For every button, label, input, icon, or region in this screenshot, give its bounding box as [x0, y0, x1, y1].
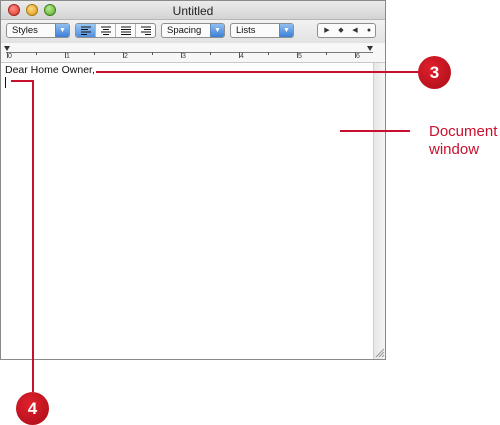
ruler[interactable]: 0 1 2 3 4 5 6	[1, 43, 385, 63]
popup-arrow-icon: ▼	[210, 24, 224, 37]
align-justify-button[interactable]	[116, 24, 136, 37]
format-toolbar: Styles ▼ Spacing ▼ Lists ▼ ▶ ◆ ◀ ●	[1, 20, 385, 43]
styles-popup[interactable]: Styles ▼	[6, 23, 70, 38]
align-justify-icon	[121, 26, 131, 35]
document-text: Dear Home Owner,	[5, 64, 95, 76]
ruler-tick	[36, 52, 37, 55]
align-left-icon	[81, 26, 91, 35]
alignment-segmented-control	[75, 23, 156, 38]
tab-stop-controls: ▶ ◆ ◀ ●	[317, 23, 376, 38]
align-center-button[interactable]	[96, 24, 116, 37]
spacing-popup-label: Spacing	[167, 25, 202, 36]
window-title: Untitled	[172, 4, 214, 18]
center-tab-icon[interactable]: ◆	[334, 24, 348, 37]
callout-badge-4: 4	[16, 392, 49, 425]
insertion-point	[5, 77, 6, 88]
ruler-tick	[268, 52, 269, 55]
left-margin-marker-icon[interactable]	[4, 46, 10, 51]
ruler-number: 0	[8, 53, 12, 60]
lists-popup-label: Lists	[236, 25, 256, 36]
right-margin-marker-icon[interactable]	[367, 46, 373, 51]
callout-4-leader-top	[11, 80, 33, 82]
resize-grip-icon[interactable]	[373, 346, 385, 358]
ruler-tick	[152, 52, 153, 55]
ruler-number: 3	[182, 53, 186, 60]
callout-4-leader-vertical	[32, 80, 34, 392]
application-window: Untitled Styles ▼ Spacing ▼ Lists ▼ ▶ ◆ …	[0, 0, 386, 360]
callout-3-leader	[96, 71, 419, 73]
left-tab-icon[interactable]: ▶	[320, 24, 334, 37]
ruler-tick	[94, 52, 95, 55]
ruler-number: 5	[298, 53, 302, 60]
align-center-icon	[101, 26, 111, 35]
align-right-button[interactable]	[136, 24, 155, 37]
spacing-popup[interactable]: Spacing ▼	[161, 23, 225, 38]
ruler-tick	[326, 52, 327, 55]
lists-popup[interactable]: Lists ▼	[230, 23, 294, 38]
popup-arrow-icon: ▼	[279, 24, 293, 37]
ruler-tick	[210, 52, 211, 55]
ruler-number: 4	[240, 53, 244, 60]
ruler-baseline	[6, 52, 373, 53]
vertical-scrollbar[interactable]	[373, 63, 385, 359]
align-left-button[interactable]	[76, 24, 96, 37]
document-window-label: Document window	[429, 123, 497, 159]
document-window-label-line2: window	[429, 141, 480, 158]
align-right-icon	[141, 26, 151, 35]
ruler-number: 1	[66, 53, 70, 60]
popup-arrow-icon: ▼	[55, 24, 69, 37]
callout-badge-3: 3	[418, 56, 451, 89]
title-bar[interactable]: Untitled	[1, 1, 385, 20]
ruler-number: 2	[124, 53, 128, 60]
document-window-leader	[340, 130, 410, 132]
right-tab-icon[interactable]: ◀	[348, 24, 362, 37]
document-window-label-line1: Document	[429, 123, 498, 140]
ruler-number: 6	[356, 53, 360, 60]
decimal-tab-icon[interactable]: ●	[362, 24, 376, 37]
document-text-area[interactable]: Dear Home Owner,	[1, 63, 373, 359]
styles-popup-label: Styles	[12, 25, 38, 36]
